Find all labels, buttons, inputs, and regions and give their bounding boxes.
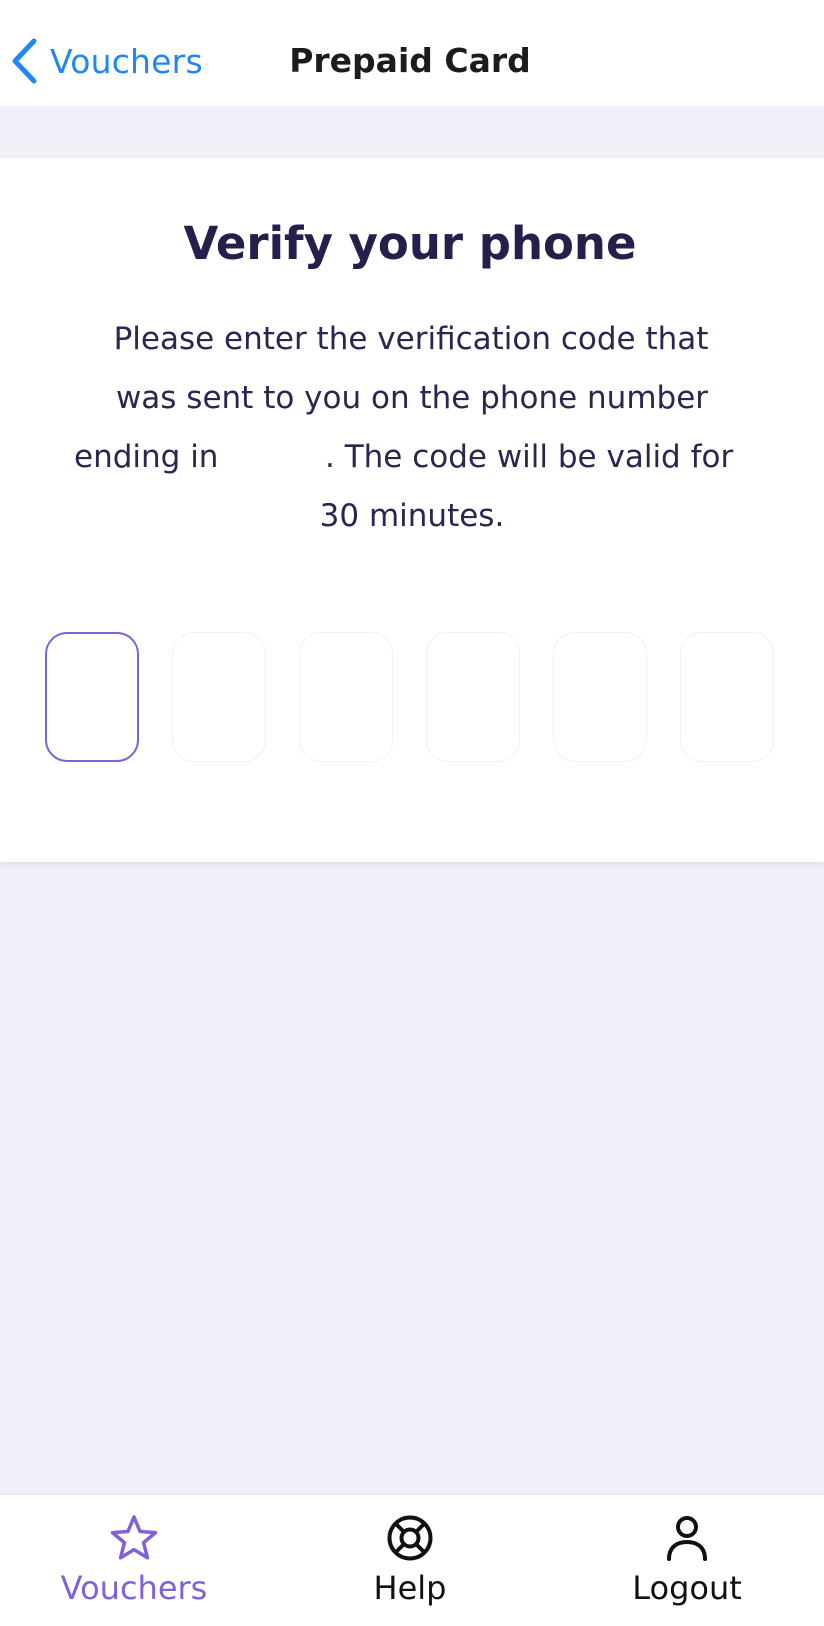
description-text: . The code will be valid for (325, 439, 734, 475)
verify-heading: Verify your phone (183, 217, 637, 270)
code-digit-input-3[interactable] (299, 632, 393, 762)
app-screen: Vouchers Prepaid Card Verify your phone … (0, 0, 824, 1626)
user-icon (667, 1516, 707, 1561)
lifebuoy-icon (387, 1515, 433, 1561)
description-line: was sent to you on the phone number (115, 380, 709, 416)
star-icon (110, 1515, 158, 1560)
code-digit-input-4[interactable] (426, 632, 520, 762)
back-button-label: Vouchers (50, 41, 203, 81)
code-digit-input-2[interactable] (172, 632, 266, 762)
top-navigation-bar: Vouchers Prepaid Card (0, 0, 824, 106)
chevron-left-icon (12, 38, 37, 84)
description-line: Please enter the verification code that (113, 321, 709, 357)
bottom-tab-bar: Vouchers Help Logout (0, 1494, 824, 1626)
tab-vouchers[interactable]: Vouchers (54, 1495, 214, 1626)
tab-logout[interactable]: Logout (612, 1495, 762, 1626)
description-line: 30 minutes. (319, 498, 505, 534)
verification-description: Please enter the verification code that … (0, 310, 824, 546)
tab-label: Vouchers (60, 1569, 208, 1607)
back-button[interactable]: Vouchers (10, 36, 203, 86)
code-digit-input-5[interactable] (553, 632, 647, 762)
description-text: ending in (74, 439, 219, 475)
code-digit-input-1[interactable] (45, 632, 139, 762)
description-line: ending in . The code will be valid for (0, 428, 824, 487)
tab-label: Help (373, 1569, 447, 1607)
verification-code-inputs (0, 632, 824, 762)
tab-help[interactable]: Help (340, 1495, 480, 1626)
tab-label: Logout (632, 1569, 742, 1607)
code-digit-input-6[interactable] (680, 632, 774, 762)
